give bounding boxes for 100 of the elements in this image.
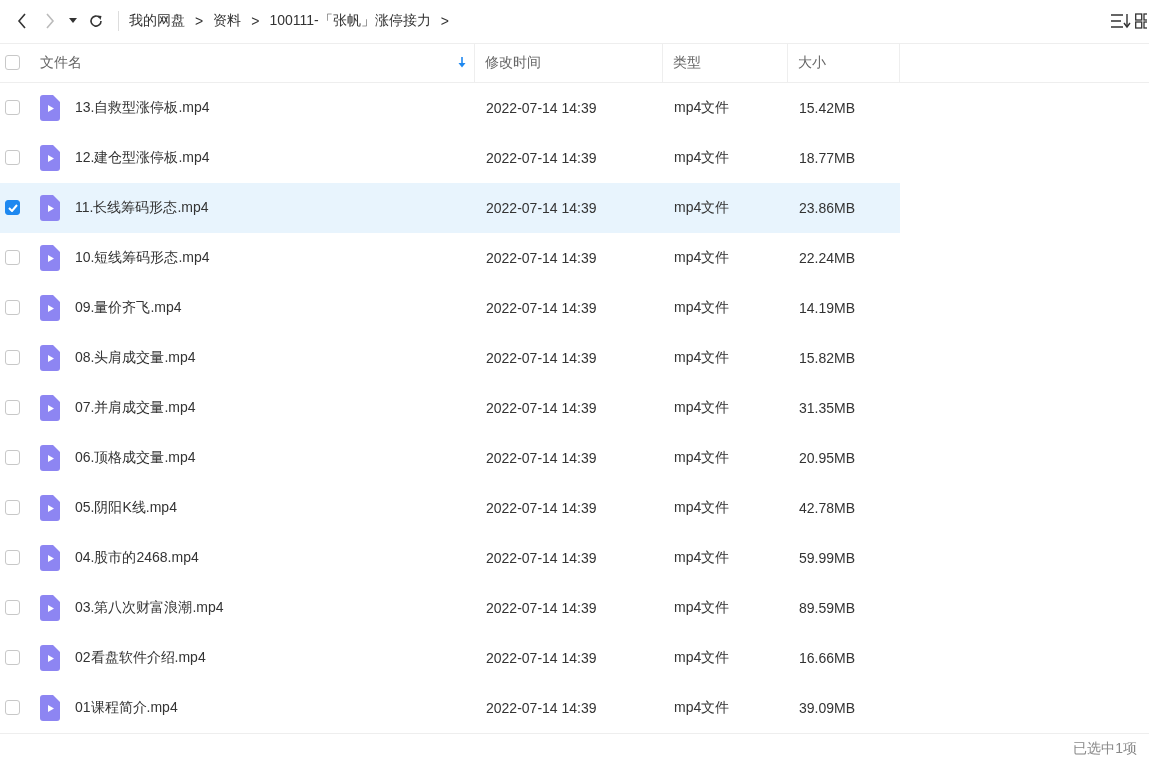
- file-name: 02看盘软件介绍.mp4: [75, 648, 206, 667]
- file-size: 39.09MB: [799, 699, 856, 716]
- file-name: 09.量价齐飞.mp4: [75, 298, 182, 317]
- column-header[interactable]: 大小: [788, 43, 900, 82]
- checkbox[interactable]: [5, 500, 20, 516]
- checkbox[interactable]: [5, 250, 20, 266]
- video-file-icon: [40, 344, 60, 371]
- checkbox[interactable]: [5, 300, 20, 316]
- file-size: 18.77MB: [799, 149, 856, 166]
- file-type: mp4文件: [674, 348, 730, 367]
- file-type: mp4文件: [674, 148, 730, 167]
- file-type: mp4文件: [674, 648, 730, 667]
- modified-time: 2022-07-14 14:39: [486, 649, 597, 666]
- video-file-icon: [40, 594, 60, 621]
- checkbox[interactable]: [5, 700, 20, 716]
- file-row[interactable]: 07.并肩成交量.mp4 2022-07-14 14:39 mp4文件 31.35MB: [0, 382, 1149, 433]
- file-name: 04.股市的2468.mp4: [75, 548, 199, 567]
- column-header[interactable]: 修改时间: [475, 43, 663, 82]
- file-row[interactable]: 11.长线筹码形态.mp4 2022-07-14 14:39 mp4文件 23.86MB: [0, 182, 1149, 233]
- modified-time: 2022-07-14 14:39: [486, 699, 597, 716]
- modified-time: 2022-07-14 14:39: [486, 449, 597, 466]
- file-size: 42.78MB: [799, 499, 856, 516]
- video-file-icon: [40, 244, 60, 271]
- checkbox[interactable]: [5, 600, 20, 616]
- video-file-icon: [40, 494, 60, 521]
- file-row[interactable]: 08.头肩成交量.mp4 2022-07-14 14:39 mp4文件 15.82MB: [0, 332, 1149, 383]
- file-type: mp4文件: [674, 548, 730, 567]
- modified-time: 2022-07-14 14:39: [486, 149, 597, 166]
- file-type: mp4文件: [674, 698, 730, 717]
- file-name: 13.自救型涨停板.mp4: [75, 98, 210, 117]
- refresh-icon: [88, 13, 104, 30]
- file-row[interactable]: 06.顶格成交量.mp4 2022-07-14 14:39 mp4文件 20.95MB: [0, 432, 1149, 483]
- file-type: mp4文件: [674, 448, 730, 467]
- file-name: 11.长线筹码形态.mp4: [75, 198, 209, 217]
- file-row[interactable]: 09.量价齐飞.mp4 2022-07-14 14:39 mp4文件 14.19MB: [0, 282, 1149, 333]
- file-row[interactable]: 04.股市的2468.mp4 2022-07-14 14:39 mp4文件 59.99MB: [0, 532, 1149, 583]
- file-name: 07.并肩成交量.mp4: [75, 398, 196, 417]
- modified-time: 2022-07-14 14:39: [486, 199, 597, 216]
- checkbox[interactable]: [5, 100, 20, 116]
- video-file-icon: [40, 94, 60, 121]
- column-header-label: 修改时间: [485, 53, 541, 72]
- caret-icon: [69, 18, 77, 25]
- chevron-left-icon: [17, 13, 27, 30]
- checkbox[interactable]: [5, 150, 20, 166]
- file-type: mp4文件: [674, 598, 730, 617]
- checkbox[interactable]: [5, 200, 20, 216]
- file-type: mp4文件: [674, 298, 730, 317]
- file-size: 22.24MB: [799, 249, 856, 266]
- file-size: 59.99MB: [799, 549, 856, 566]
- breadcrumb-separator: >: [195, 13, 204, 30]
- file-row[interactable]: 02看盘软件介绍.mp4 2022-07-14 14:39 mp4文件 16.66MB: [0, 632, 1149, 683]
- file-name: 10.短线筹码形态.mp4: [75, 248, 210, 267]
- modified-time: 2022-07-14 14:39: [486, 499, 597, 516]
- breadcrumb-separator: >: [440, 13, 449, 30]
- chevron-right-icon: [45, 13, 55, 30]
- column-header[interactable]: 类型: [663, 43, 788, 82]
- file-type: mp4文件: [674, 248, 730, 267]
- breadcrumb-link[interactable]: 资料: [213, 12, 242, 31]
- file-size: 16.66MB: [799, 649, 856, 666]
- breadcrumb-link[interactable]: 我的网盘: [129, 12, 185, 31]
- file-size: 15.82MB: [799, 349, 856, 366]
- video-file-icon: [40, 694, 60, 721]
- file-row[interactable]: 01课程简介.mp4 2022-07-14 14:39 mp4文件 39.09MB: [0, 682, 1149, 733]
- file-type: mp4文件: [674, 198, 730, 217]
- breadcrumb-link[interactable]: 100111-「张帆」涨停接力: [269, 12, 431, 31]
- checkbox[interactable]: [5, 450, 20, 466]
- file-row[interactable]: 05.阴阳K线.mp4 2022-07-14 14:39 mp4文件 42.78MB: [0, 482, 1149, 533]
- file-type: mp4文件: [674, 398, 730, 417]
- file-name: 06.顶格成交量.mp4: [75, 448, 196, 467]
- file-name: 08.头肩成交量.mp4: [75, 348, 196, 367]
- modified-time: 2022-07-14 14:39: [486, 99, 597, 116]
- modified-time: 2022-07-14 14:39: [486, 549, 597, 566]
- file-name: 03.第八次财富浪潮.mp4: [75, 598, 224, 617]
- selection-count: 已选中1项: [1073, 740, 1137, 759]
- checkbox[interactable]: [5, 400, 20, 416]
- file-row[interactable]: 12.建仓型涨停板.mp4 2022-07-14 14:39 mp4文件 18.77MB: [0, 132, 1149, 183]
- video-file-icon: [40, 194, 60, 221]
- column-header-label: 类型: [673, 53, 701, 72]
- file-size: 31.35MB: [799, 399, 856, 416]
- video-file-icon: [40, 394, 60, 421]
- checkbox[interactable]: [5, 55, 20, 71]
- modified-time: 2022-07-14 14:39: [486, 249, 597, 266]
- file-name: 12.建仓型涨停板.mp4: [75, 148, 210, 167]
- video-file-icon: [40, 294, 60, 321]
- column-header-label: 文件名: [40, 53, 83, 72]
- video-file-icon: [40, 444, 60, 471]
- breadcrumb-separator: >: [251, 13, 260, 30]
- file-size: 15.42MB: [799, 99, 856, 116]
- video-file-icon: [40, 644, 60, 671]
- file-type: mp4文件: [674, 498, 730, 517]
- file-row[interactable]: 13.自救型涨停板.mp4 2022-07-14 14:39 mp4文件 15.42MB: [0, 82, 1149, 133]
- file-type: mp4文件: [674, 98, 730, 117]
- file-size: 89.59MB: [799, 599, 856, 616]
- checkbox[interactable]: [5, 650, 20, 666]
- video-file-icon: [40, 544, 60, 571]
- modified-time: 2022-07-14 14:39: [486, 599, 597, 616]
- file-row[interactable]: 10.短线筹码形态.mp4 2022-07-14 14:39 mp4文件 22.24MB: [0, 232, 1149, 283]
- file-row[interactable]: 03.第八次财富浪潮.mp4 2022-07-14 14:39 mp4文件 89.59MB: [0, 582, 1149, 633]
- checkbox[interactable]: [5, 350, 20, 366]
- checkbox[interactable]: [5, 550, 20, 566]
